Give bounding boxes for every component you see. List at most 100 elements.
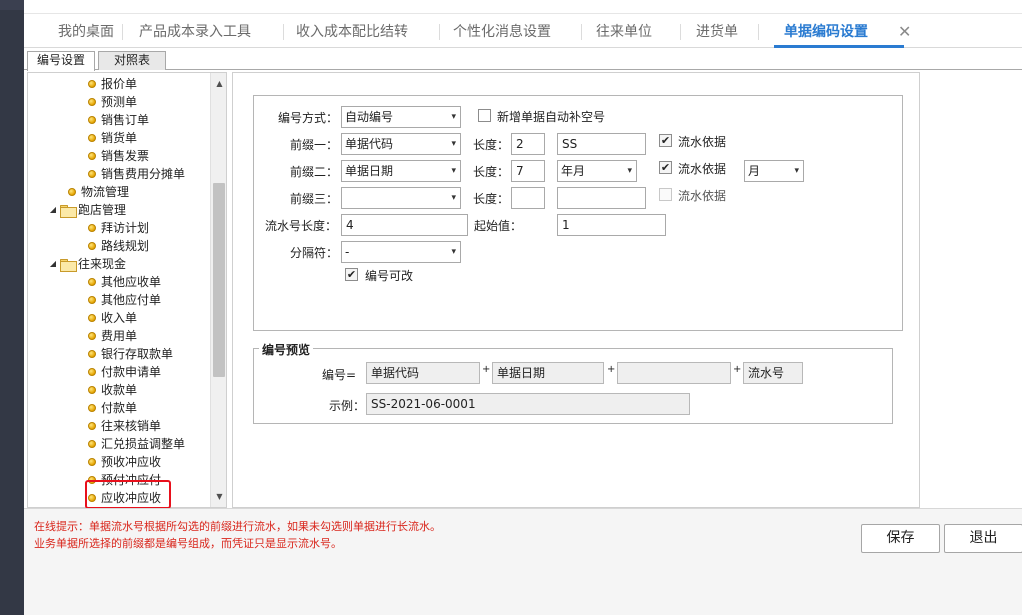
- subtab-numbering-settings[interactable]: 编号设置: [27, 51, 95, 71]
- tab-separator: [283, 24, 284, 40]
- prefix1-text-input[interactable]: SS: [557, 133, 646, 155]
- tree-item[interactable]: 往来核销单: [88, 417, 161, 435]
- tree-item[interactable]: 销售订单: [88, 111, 149, 129]
- leaf-dot-icon: [88, 440, 96, 448]
- prefix1-select[interactable]: 单据代码 ▾: [341, 133, 461, 155]
- tab-partners[interactable]: 往来单位: [596, 14, 652, 48]
- prefix2-select[interactable]: 单据日期 ▾: [341, 160, 461, 182]
- example-label: 示例：: [329, 399, 366, 413]
- window-top-edge: [24, 0, 1022, 14]
- prefix3-label: 前缀三：: [290, 192, 339, 206]
- editable-label: 编号可改: [365, 269, 414, 283]
- tree-item[interactable]: 拜访计划: [88, 219, 149, 237]
- flow3-checkbox[interactable]: [659, 188, 672, 201]
- preview-part4: 流水号: [743, 362, 803, 384]
- length1-label: 长度：: [473, 138, 510, 152]
- editable-checkbox[interactable]: ✔: [345, 268, 358, 281]
- folder-icon: [60, 258, 77, 272]
- preview-part1: 单据代码: [366, 362, 480, 384]
- tree-item[interactable]: 报价单: [88, 75, 137, 93]
- auto-fill-checkbox[interactable]: [478, 109, 491, 122]
- leaf-dot-icon: [88, 368, 96, 376]
- prefix1-label: 前缀一：: [290, 138, 339, 152]
- subtab-mapping-table[interactable]: 对照表: [98, 51, 166, 70]
- tab-separator: [680, 24, 681, 40]
- tab-purchase-order[interactable]: 进货单: [696, 14, 738, 48]
- close-icon[interactable]: ✕: [898, 14, 911, 50]
- tree-scrollbar[interactable]: ▲ ▼: [210, 73, 226, 507]
- tree-item[interactable]: 其他应付单: [88, 291, 161, 309]
- tree-folder[interactable]: ◢ 跑店管理: [48, 201, 126, 219]
- flow2-checkbox[interactable]: ✔: [659, 161, 672, 174]
- tree-item[interactable]: 销售发票: [88, 147, 149, 165]
- tab-product-cost-entry[interactable]: 产品成本录入工具: [139, 14, 251, 48]
- sub-tab-bar: 编号设置 对照表: [24, 48, 1022, 71]
- leaf-dot-icon: [88, 242, 96, 250]
- tree-item[interactable]: 销售费用分摊单: [88, 165, 185, 183]
- scroll-down-arrow-icon[interactable]: ▼: [211, 488, 226, 505]
- dropdown-arrow-icon: ▾: [451, 139, 456, 149]
- mode-label: 编号方式：: [278, 111, 339, 125]
- tab-message-settings[interactable]: 个性化消息设置: [453, 14, 551, 48]
- tree-item[interactable]: 汇兑损益调整单: [88, 435, 185, 453]
- flow2-period-select[interactable]: 月 ▾: [744, 160, 804, 182]
- tree-item[interactable]: 收入单: [88, 309, 137, 327]
- tree-item[interactable]: 物流管理: [68, 183, 129, 201]
- tab-separator: [758, 24, 759, 40]
- tree-folder[interactable]: ◢ 往来现金: [48, 255, 126, 273]
- tree-item[interactable]: 收款单: [88, 381, 137, 399]
- preview-part2: 单据日期: [492, 362, 604, 384]
- expand-triangle-icon[interactable]: ◢: [48, 255, 58, 273]
- serial-length-input[interactable]: 4: [341, 214, 468, 236]
- prefix3-select[interactable]: ▾: [341, 187, 461, 209]
- dropdown-arrow-icon: ▾: [451, 112, 456, 122]
- expand-triangle-icon[interactable]: ◢: [48, 201, 58, 219]
- dropdown-arrow-icon: ▾: [451, 193, 456, 203]
- tab-separator: [122, 24, 123, 40]
- flow1-label: 流水依据: [678, 135, 727, 149]
- start-value-input[interactable]: 1: [557, 214, 666, 236]
- tree-item[interactable]: 预测单: [88, 93, 137, 111]
- mode-select[interactable]: 自动编号 ▾: [341, 106, 461, 128]
- dropdown-arrow-icon: ▾: [451, 247, 456, 257]
- start-value-label: 起始值：: [474, 219, 523, 233]
- app-strip-top: [0, 0, 24, 10]
- leaf-dot-icon: [88, 314, 96, 322]
- save-button[interactable]: 保存: [861, 524, 940, 553]
- tree-item[interactable]: 银行存取款单: [88, 345, 173, 363]
- separator-select[interactable]: - ▾: [341, 241, 461, 263]
- tree-item[interactable]: 预收冲应收: [88, 453, 161, 471]
- serial-length-label: 流水号长度：: [265, 219, 338, 233]
- bottom-bar: 在线提示：单据流水号根据所勾选的前缀进行流水，如果未勾选则单据进行长流水。 业务…: [24, 508, 1022, 615]
- tab-document-numbering[interactable]: 单据编码设置 ✕: [774, 14, 911, 48]
- length3-input[interactable]: [511, 187, 545, 209]
- flow1-checkbox[interactable]: ✔: [659, 134, 672, 147]
- scroll-thumb[interactable]: [213, 183, 225, 377]
- folder-icon: [60, 204, 77, 218]
- plus-sign: +: [482, 364, 491, 375]
- flow3-label: 流水依据: [678, 189, 727, 203]
- length2-input[interactable]: 7: [511, 160, 545, 182]
- tree-item[interactable]: 付款单: [88, 399, 137, 417]
- selection-highlight-box: [85, 480, 171, 509]
- tab-income-cost-matching[interactable]: 收入成本配比结转: [296, 14, 408, 48]
- tree-item[interactable]: 其他应收单: [88, 273, 161, 291]
- tree-item[interactable]: 费用单: [88, 327, 137, 345]
- leaf-dot-icon: [88, 422, 96, 430]
- length1-input[interactable]: 2: [511, 133, 545, 155]
- tree-item[interactable]: 销货单: [88, 129, 137, 147]
- sub-tab-divider: [24, 69, 1022, 70]
- dropdown-arrow-icon: ▾: [794, 166, 799, 176]
- tab-my-desktop[interactable]: 我的桌面: [58, 14, 114, 48]
- tree-item[interactable]: 付款申请单: [88, 363, 161, 381]
- leaf-dot-icon: [88, 386, 96, 394]
- tree-item[interactable]: 路线规划: [88, 237, 149, 255]
- leaf-dot-icon: [88, 350, 96, 358]
- prefix2-label: 前缀二：: [290, 165, 339, 179]
- exit-button[interactable]: 退出: [944, 524, 1022, 553]
- scroll-up-arrow-icon[interactable]: ▲: [211, 75, 226, 92]
- prefix2-format-select[interactable]: 年月 ▾: [557, 160, 637, 182]
- dropdown-arrow-icon: ▾: [627, 166, 632, 176]
- leaf-dot-icon: [88, 404, 96, 412]
- prefix3-text-input[interactable]: [557, 187, 646, 209]
